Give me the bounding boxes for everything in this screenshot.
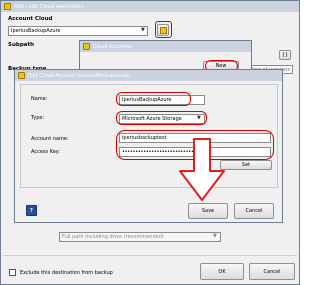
help-label: ?: [30, 207, 33, 214]
account-cloud-select[interactable]: IperiusBackupAzure: [8, 26, 148, 36]
subpath-dropdown-value: Full path including drive (recommended): [62, 234, 164, 240]
set-button[interactable]: Set: [220, 160, 272, 170]
back-window-title: Add / edit Cloud destination: [14, 3, 84, 10]
cloud-accounts-title: Cloud Accounts: [93, 43, 132, 50]
edit-account-title: Edit Cloud Account (IperiusBackupAzure): [28, 72, 131, 79]
back-ok-label: OK: [218, 268, 226, 275]
edit-cancel-button[interactable]: Cancel: [234, 203, 274, 219]
subpath-label: Subpath: [8, 42, 35, 48]
edit-account-app-icon: [18, 72, 25, 79]
save-label: Save: [201, 208, 215, 214]
access-key-label: Access Key:: [31, 149, 61, 155]
braces-label: {}: [281, 52, 289, 58]
name-label: Name:: [31, 96, 48, 102]
subpath-dropdown[interactable]: Full path including drive (recommended): [59, 232, 221, 242]
app-icon: [4, 3, 11, 10]
back-cancel-button[interactable]: Cancel: [249, 263, 295, 280]
account-name-label: Account name:: [31, 136, 69, 142]
exclude-label: Exclude this destination from backup: [20, 270, 113, 276]
account-cloud-label: Account Cloud: [8, 16, 53, 22]
account-cloud-value: IperiusBackupAzure: [11, 28, 61, 34]
braces-button[interactable]: {}: [279, 50, 291, 60]
back-window-titlebar: Add / edit Cloud destination: [1, 1, 299, 12]
cloud-accounts-window: Cloud Accounts New: [79, 40, 252, 72]
cloud-accounts-app-icon: [83, 43, 90, 50]
edit-cloud-account-window: Edit Cloud Account (IperiusBackupAzure) …: [14, 69, 283, 223]
type-label: Type:: [31, 115, 45, 121]
edit-account-titlebar: Edit Cloud Account (IperiusBackupAzure): [15, 70, 282, 81]
manage-accounts-highlight: [155, 21, 172, 38]
exclude-checkbox[interactable]: [9, 269, 16, 276]
down-arrow-icon: [179, 138, 225, 201]
name-highlight: [116, 92, 191, 106]
cloud-accounts-titlebar: Cloud Accounts: [80, 41, 251, 52]
help-button[interactable]: ?: [26, 205, 37, 216]
back-cancel-label: Cancel: [263, 268, 281, 275]
footer-divider: [3, 255, 297, 256]
back-ok-button[interactable]: OK: [200, 263, 244, 280]
account-cloud-chevron-icon[interactable]: ▼: [141, 27, 145, 33]
type-highlight: [116, 111, 207, 125]
subpath-dropdown-chevron-icon[interactable]: ▼: [213, 233, 217, 239]
save-button[interactable]: Save: [188, 203, 228, 219]
set-label: Set: [241, 162, 251, 168]
edit-cancel-label: Cancel: [245, 208, 263, 214]
